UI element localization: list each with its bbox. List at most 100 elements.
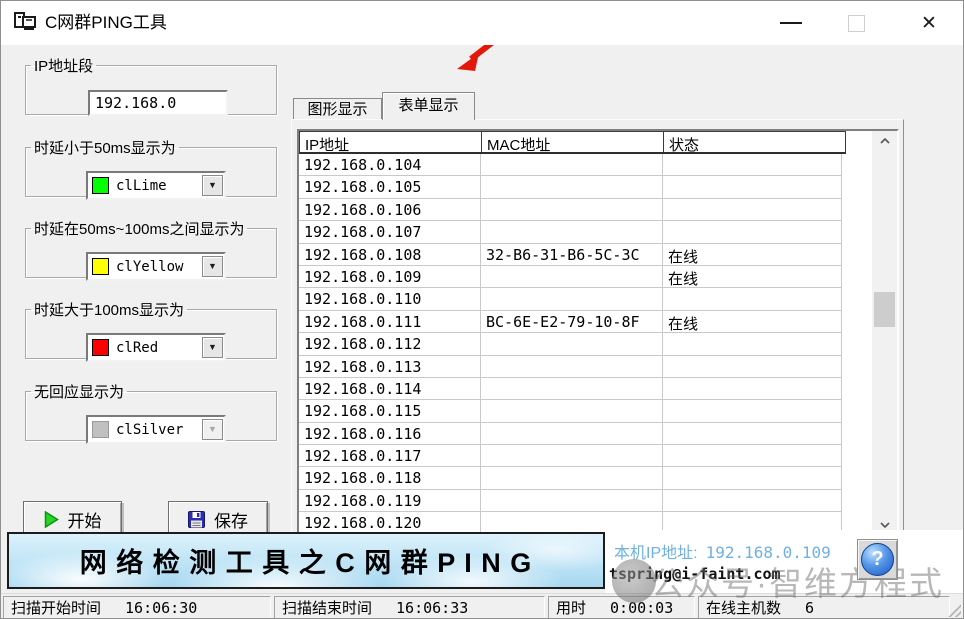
- table-row[interactable]: 192.168.0.114: [299, 378, 846, 400]
- question-mark-icon: ?: [861, 543, 894, 576]
- elapsed-value: 0:00:03: [610, 599, 673, 617]
- help-button[interactable]: ?: [857, 539, 898, 580]
- table-body: 192.168.0.104 192.168.0.105 192.168.0.10…: [299, 154, 846, 534]
- color-combo-red[interactable]: clRed ▼: [86, 333, 226, 362]
- dropdown-button[interactable]: ▼: [202, 256, 223, 277]
- cell-ip: 192.168.0.111: [299, 311, 481, 333]
- local-ip-value: 192.168.0.109: [706, 543, 831, 562]
- cell-ip: 192.168.0.117: [299, 445, 481, 467]
- group-delay-over-100-label: 时延大于100ms显示为: [31, 299, 187, 320]
- tab-graphic-display[interactable]: 图形显示: [293, 98, 382, 119]
- cell-status: [663, 288, 842, 310]
- scan-start-label: 扫描开始时间: [11, 597, 101, 618]
- cell-mac: [481, 199, 663, 221]
- chevron-down-icon: ▼: [208, 181, 217, 190]
- table-row[interactable]: 192.168.0.110: [299, 288, 846, 310]
- minimize-button[interactable]: [769, 1, 813, 45]
- table-row[interactable]: 192.168.0.115: [299, 400, 846, 422]
- table-row[interactable]: 192.168.0.108 32-B6-31-B6-5C-3C 在线: [299, 244, 846, 266]
- table-row[interactable]: 192.168.0.105: [299, 176, 846, 198]
- cell-ip: 192.168.0.116: [299, 423, 481, 445]
- cell-ip: 192.168.0.113: [299, 356, 481, 378]
- author-email: tspring@i-faint.com: [609, 565, 781, 583]
- table-row[interactable]: 192.168.0.118: [299, 467, 846, 489]
- cell-status: [663, 154, 842, 176]
- color-combo-silver: clSilver ▼: [86, 415, 226, 444]
- dropdown-button[interactable]: ▼: [202, 337, 223, 358]
- scroll-up-button[interactable]: [872, 131, 897, 150]
- ping-result-table: IP地址 MAC地址 状态 192.168.0.104 192.168.0.10…: [297, 129, 899, 536]
- cell-status: [663, 221, 842, 243]
- statusbar-panel-online-hosts: 在线主机数 6: [698, 596, 950, 619]
- cell-ip: 192.168.0.115: [299, 400, 481, 422]
- table-row[interactable]: 192.168.0.107: [299, 221, 846, 243]
- cell-status: [663, 467, 842, 489]
- scroll-track[interactable]: [872, 150, 897, 515]
- save-button-label: 保存: [214, 507, 248, 532]
- scroll-thumb[interactable]: [874, 292, 895, 327]
- column-header-status[interactable]: 状态: [664, 132, 843, 152]
- cell-ip: 192.168.0.114: [299, 378, 481, 400]
- banner: 网 络 检 测 工 具 之 C 网 群 P I N G: [7, 532, 605, 589]
- app-icon: [14, 12, 38, 34]
- table-row[interactable]: 192.168.0.117: [299, 445, 846, 467]
- online-hosts-label: 在线主机数: [706, 597, 781, 618]
- close-button[interactable]: ✕: [907, 1, 951, 45]
- cell-status: 在线: [663, 266, 842, 288]
- ip-range-input[interactable]: [88, 90, 228, 116]
- table-row[interactable]: 192.168.0.109 在线: [299, 266, 846, 288]
- cell-ip: 192.168.0.106: [299, 199, 481, 221]
- color-combo-lime[interactable]: clLime ▼: [86, 171, 226, 200]
- red-color-swatch: [92, 339, 109, 356]
- table-row[interactable]: 192.168.0.112: [299, 333, 846, 355]
- vertical-scrollbar[interactable]: [872, 131, 897, 534]
- chevron-down-icon: ▼: [208, 425, 217, 434]
- chevron-down-icon: ▼: [208, 262, 217, 271]
- cell-status: [663, 423, 842, 445]
- cell-status: [663, 356, 842, 378]
- scan-end-value: 16:06:33: [396, 599, 468, 617]
- yellow-color-swatch: [92, 258, 109, 275]
- cell-mac: [481, 356, 663, 378]
- table-area: IP地址 MAC地址 状态 192.168.0.104 192.168.0.10…: [299, 131, 846, 534]
- minimize-icon: [780, 22, 802, 24]
- cell-mac: BC-6E-E2-79-10-8F: [481, 311, 663, 333]
- group-delay-50-100-label: 时延在50ms~100ms之间显示为: [31, 218, 247, 239]
- tab-table-display[interactable]: 表单显示: [382, 92, 475, 120]
- column-header-mac[interactable]: MAC地址: [482, 132, 664, 152]
- cell-ip: 192.168.0.105: [299, 176, 481, 198]
- table-row[interactable]: 192.168.0.119: [299, 490, 846, 512]
- local-ip-label: 本机IP地址:: [614, 545, 698, 562]
- cell-mac: [481, 266, 663, 288]
- online-hosts-value: 6: [805, 599, 814, 617]
- chevron-down-icon: ▼: [208, 343, 217, 352]
- cell-mac: [481, 400, 663, 422]
- cell-status: [663, 378, 842, 400]
- table-row[interactable]: 192.168.0.104: [299, 154, 846, 176]
- color-combo-yellow[interactable]: clYellow ▼: [86, 252, 226, 281]
- cell-status: [663, 490, 842, 512]
- cell-mac: [481, 378, 663, 400]
- cell-status: [663, 400, 842, 422]
- cell-ip: 192.168.0.108: [299, 244, 481, 266]
- cell-status: [663, 176, 842, 198]
- table-row[interactable]: 192.168.0.116: [299, 423, 846, 445]
- cell-ip: 192.168.0.104: [299, 154, 481, 176]
- cell-ip: 192.168.0.109: [299, 266, 481, 288]
- cell-mac: [481, 154, 663, 176]
- scan-end-label: 扫描结束时间: [282, 597, 372, 618]
- cell-status: [663, 333, 842, 355]
- cell-mac: [481, 467, 663, 489]
- maximize-button[interactable]: [834, 1, 878, 45]
- cell-mac: [481, 221, 663, 243]
- cell-status: 在线: [663, 311, 842, 333]
- cell-ip: 192.168.0.110: [299, 288, 481, 310]
- column-header-ip[interactable]: IP地址: [300, 132, 482, 152]
- app-window: C网群PING工具 ✕ IP地址段 时延小于50ms显示为 clLime ▼ 时…: [0, 0, 964, 619]
- status-bar: 扫描开始时间 16:06:30 扫描结束时间 16:06:33 用时 0:00:…: [1, 593, 963, 619]
- table-row[interactable]: 192.168.0.111 BC-6E-E2-79-10-8F 在线: [299, 311, 846, 333]
- table-row[interactable]: 192.168.0.106: [299, 199, 846, 221]
- table-row[interactable]: 192.168.0.113: [299, 356, 846, 378]
- dropdown-button[interactable]: ▼: [202, 175, 223, 196]
- cell-status: [663, 445, 842, 467]
